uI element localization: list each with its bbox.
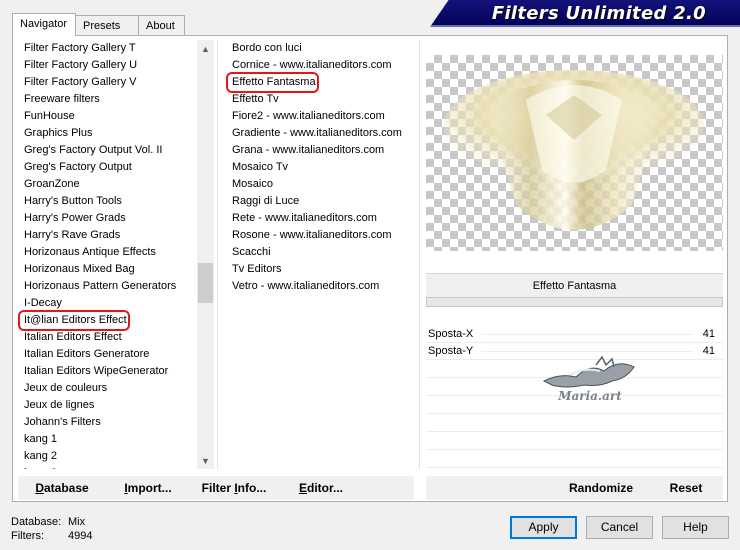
filter-item[interactable]: Raggi di Luce xyxy=(226,193,416,210)
progress-bar xyxy=(426,297,723,307)
tab-about[interactable]: About xyxy=(139,15,185,35)
category-item[interactable]: Jeux de lignes xyxy=(18,397,206,414)
divider xyxy=(217,40,218,469)
param-value: 41 xyxy=(702,345,715,357)
database-label: Database: xyxy=(11,516,62,528)
editor-button[interactable]: Editor... xyxy=(298,476,344,500)
category-item[interactable]: GroanZone xyxy=(18,176,206,193)
filter-item[interactable]: Rosone - www.italianeditors.com xyxy=(226,227,416,244)
category-item[interactable]: Jeux de couleurs xyxy=(18,380,206,397)
category-item[interactable]: Graphics Plus xyxy=(18,125,206,142)
filter-item[interactable]: Rete - www.italianeditors.com xyxy=(226,210,416,227)
category-item[interactable]: kang 2 xyxy=(18,448,206,465)
category-item[interactable]: Freeware filters xyxy=(18,91,206,108)
filter-item[interactable]: Grana - www.italianeditors.com xyxy=(226,142,416,159)
filters-count-label: Filters: xyxy=(11,530,44,542)
help-button[interactable]: Help xyxy=(662,516,729,539)
cancel-button[interactable]: Cancel xyxy=(586,516,653,539)
param-value: 41 xyxy=(702,328,715,340)
database-value: Mix xyxy=(68,516,86,528)
category-item[interactable]: Harry's Button Tools xyxy=(18,193,206,210)
param-row-sposta-x[interactable]: Sposta-X 41 xyxy=(426,326,723,343)
category-item[interactable]: Greg's Factory Output Vol. II xyxy=(18,142,206,159)
database-button[interactable]: Database xyxy=(32,476,92,500)
watermark-text: Maria.art xyxy=(557,389,622,403)
filter-item[interactable]: Vetro - www.italianeditors.com xyxy=(226,278,416,295)
divider xyxy=(419,40,420,469)
param-label: Sposta-X xyxy=(428,328,474,340)
category-item[interactable]: Harry's Rave Grads xyxy=(18,227,206,244)
filter-item[interactable]: Effetto Tv xyxy=(226,91,416,108)
app-title: Filters Unlimited 2.0 xyxy=(491,3,706,24)
category-item[interactable]: Johann's Filters xyxy=(18,414,206,431)
param-row-empty xyxy=(426,432,723,450)
filter-info-button[interactable]: Filter Info... xyxy=(201,476,267,500)
category-item[interactable]: Greg's Factory Output xyxy=(18,159,206,176)
param-slider[interactable] xyxy=(481,351,693,352)
preview-button-bar: Randomize Reset xyxy=(426,476,723,500)
category-item[interactable]: Horizonaus Mixed Bag xyxy=(18,261,206,278)
filters-count-value: 4994 xyxy=(68,530,93,542)
category-item[interactable]: Horizonaus Antique Effects xyxy=(18,244,206,261)
filter-item[interactable]: Gradiente - www.italianeditors.com xyxy=(226,125,416,142)
filter-item[interactable]: Cornice - www.italianeditors.com xyxy=(226,57,416,74)
category-item[interactable]: Filter Factory Gallery U xyxy=(18,57,206,74)
chevron-down-icon[interactable]: ▼ xyxy=(197,452,214,469)
category-scrollbar[interactable]: ▲ ▼ xyxy=(197,40,214,469)
category-item[interactable]: Italian Editors Effect xyxy=(18,329,206,346)
scroll-thumb[interactable] xyxy=(198,263,213,303)
filter-item[interactable]: Bordo con luci xyxy=(226,40,416,57)
category-item[interactable]: kang 3 xyxy=(18,465,206,469)
category-item[interactable]: Horizonaus Pattern Generators xyxy=(18,278,206,295)
filter-item[interactable]: Mosaico xyxy=(226,176,416,193)
tab-presets[interactable]: Presets xyxy=(76,15,139,35)
category-item[interactable]: Filter Factory Gallery T xyxy=(18,40,206,57)
import-button[interactable]: Import... xyxy=(122,476,174,500)
preview-image xyxy=(444,70,704,230)
navigator-panel: Filter Factory Gallery T Filter Factory G… xyxy=(12,35,728,502)
param-label: Sposta-Y xyxy=(428,345,474,357)
category-item[interactable]: kang 1 xyxy=(18,431,206,448)
category-item[interactable]: Italian Editors WipeGenerator xyxy=(18,363,206,380)
apply-button[interactable]: Apply xyxy=(510,516,577,539)
watermark-graphic: Maria.art xyxy=(542,355,635,403)
param-row-empty xyxy=(426,450,723,468)
filter-item[interactable]: Mosaico Tv xyxy=(226,159,416,176)
param-row-empty xyxy=(426,414,723,432)
category-list[interactable]: Filter Factory Gallery T Filter Factory G… xyxy=(18,40,206,469)
filter-item[interactable]: Tv Editors xyxy=(226,261,416,278)
category-item[interactable]: Filter Factory Gallery V xyxy=(18,74,206,91)
filter-item[interactable]: Fiore2 - www.italianeditors.com xyxy=(226,108,416,125)
tab-navigator[interactable]: Navigator xyxy=(12,13,76,36)
filter-item[interactable]: Effetto Fantasma xyxy=(226,74,416,91)
filter-preview xyxy=(426,55,723,251)
watermark-logo: Maria.art xyxy=(540,353,640,405)
list-button-bar: Database Import... Filter Info... Editor… xyxy=(18,476,414,500)
filter-item[interactable]: Scacchi xyxy=(226,244,416,261)
param-slider[interactable] xyxy=(481,334,693,335)
category-item[interactable]: Harry's Power Grads xyxy=(18,210,206,227)
randomize-button[interactable]: Randomize xyxy=(568,476,634,500)
reset-button[interactable]: Reset xyxy=(664,476,708,500)
category-item[interactable]: I-Decay xyxy=(18,295,206,312)
selected-filter-title: Effetto Fantasma xyxy=(426,273,723,297)
app-logo: Filters Unlimited 2.0 xyxy=(430,0,740,27)
category-item[interactable]: FunHouse xyxy=(18,108,206,125)
category-item[interactable]: It@lian Editors Effect xyxy=(18,312,206,329)
chevron-up-icon[interactable]: ▲ xyxy=(197,40,214,57)
category-item[interactable]: Italian Editors Generatore xyxy=(18,346,206,363)
filter-list[interactable]: Bordo con luci Cornice - www.italianedito… xyxy=(226,40,416,469)
